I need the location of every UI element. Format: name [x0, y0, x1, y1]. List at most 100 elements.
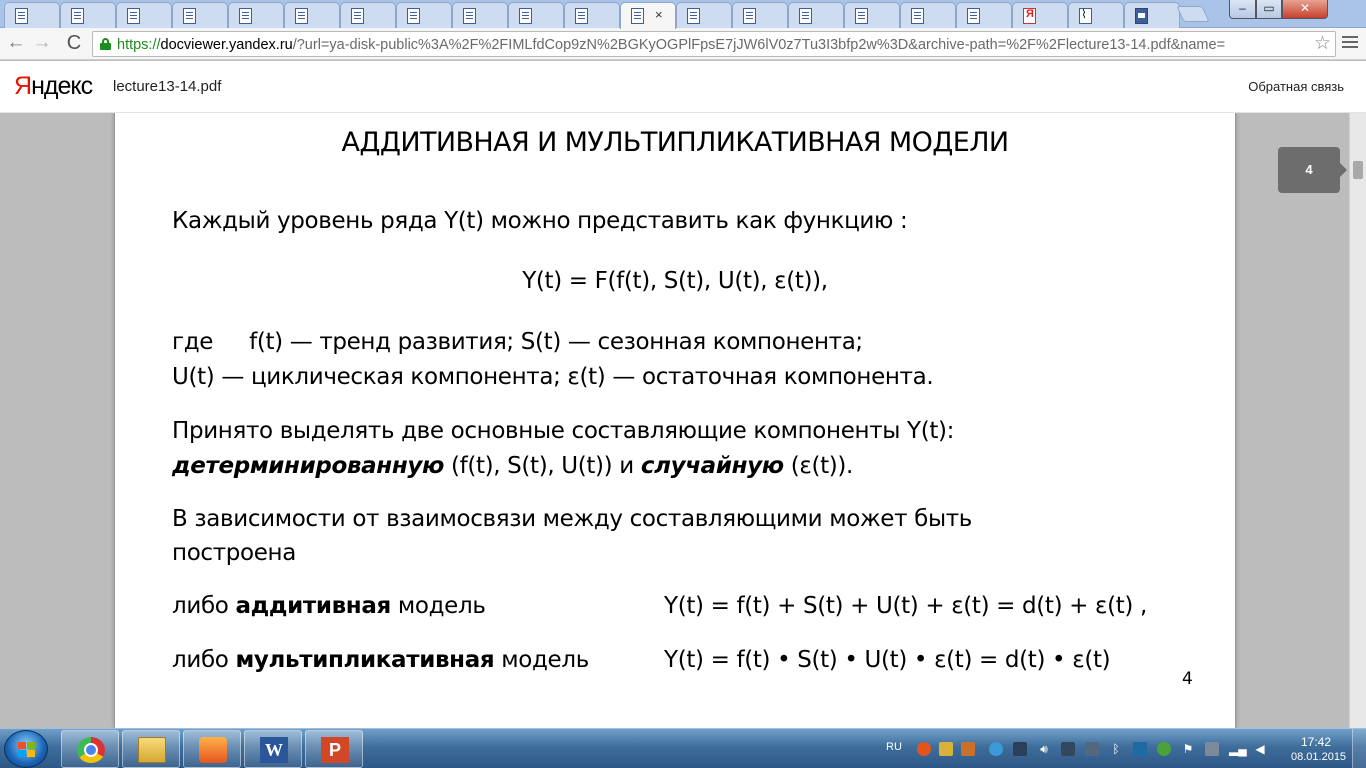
volume-icon[interactable]: 🔊︎ [1037, 742, 1051, 756]
url-host: docviewer.yandex.ru [160, 37, 293, 53]
taskbar-powerpoint[interactable]: P [305, 730, 363, 768]
word-icon: W [260, 737, 288, 763]
browser-tab[interactable] [60, 2, 116, 28]
browser-tab[interactable] [844, 2, 900, 28]
taskbar-explorer[interactable] [122, 730, 180, 768]
url-scheme: https:// [117, 37, 161, 53]
document-icon [183, 8, 196, 24]
network-globe-icon[interactable] [1157, 742, 1171, 756]
bookmark-star-icon[interactable]: ☆ [1314, 33, 1331, 55]
window-minimize-button[interactable]: – [1229, 0, 1256, 19]
browser-tab[interactable] [732, 2, 788, 28]
page-number-badge: 4 [1278, 147, 1347, 193]
sync-icon[interactable] [989, 742, 1003, 756]
definitions-line-2: U(t) — циклическая компонента; ε(t) — ос… [172, 364, 934, 390]
speaker-icon[interactable]: ◀︎ [1253, 742, 1267, 756]
browser-tab[interactable] [228, 2, 284, 28]
monitor-icon[interactable] [1013, 742, 1027, 756]
show-desktop-button[interactable] [1352, 729, 1366, 768]
window-maximize-button[interactable]: ▭ [1256, 0, 1282, 19]
document-icon [15, 8, 28, 24]
reload-button[interactable]: C [62, 32, 86, 56]
main-formula: Y(t) = F(f(t), S(t), U(t), ε(t)), [522, 268, 828, 294]
taskbar-paint[interactable] [183, 730, 241, 768]
additive-term: аддитивная [235, 593, 391, 619]
new-tab-button[interactable] [1176, 6, 1210, 22]
browser-tab[interactable] [956, 2, 1012, 28]
viewer-header: Яндекс lecture13-14.pdf Обратная связь [0, 61, 1366, 113]
forward-button[interactable]: → [30, 32, 54, 56]
keyboard-icon[interactable] [1061, 742, 1075, 756]
browser-tab[interactable] [4, 2, 60, 28]
document-icon [463, 8, 476, 24]
feedback-link[interactable]: Обратная связь [1248, 79, 1344, 94]
package-icon[interactable] [961, 742, 975, 756]
document-icon [687, 8, 700, 24]
clock-date[interactable]: 08.01.2015 [1291, 751, 1346, 763]
record-icon[interactable] [917, 742, 931, 756]
scrollbar[interactable] [1349, 113, 1366, 728]
browser-tab[interactable] [284, 2, 340, 28]
message-icon [1135, 8, 1148, 24]
document-icon [743, 8, 756, 24]
browser-tab[interactable] [340, 2, 396, 28]
removable-device-icon[interactable] [1205, 742, 1219, 756]
clock-time[interactable]: 17:42 [1296, 735, 1336, 749]
document-icon [71, 8, 84, 24]
browser-tab[interactable] [676, 2, 732, 28]
document-icon [911, 8, 924, 24]
browser-tab[interactable] [452, 2, 508, 28]
address-bar[interactable]: https://docviewer.yandex.ru/?url=ya-disk… [92, 31, 1336, 57]
document-icon [855, 8, 868, 24]
document-page: АДДИТИВНАЯ И МУЛЬТИПЛИКАТИВНАЯ МОДЕЛИ Ка… [114, 113, 1236, 728]
back-button[interactable]: ← [4, 32, 28, 56]
shield-icon[interactable] [939, 742, 953, 756]
browser-tab-strip: × – ▭ ✕ [0, 0, 1366, 29]
browser-tab[interactable] [508, 2, 564, 28]
browser-tab[interactable] [1012, 2, 1068, 28]
document-icon [631, 8, 644, 24]
browser-tab[interactable] [900, 2, 956, 28]
document-icon [407, 8, 420, 24]
powerpoint-icon: P [321, 737, 349, 763]
browser-tab[interactable] [788, 2, 844, 28]
components-line-2: детерминированную (f(t), S(t), U(t)) и с… [172, 453, 853, 479]
document-icon [239, 8, 252, 24]
slide-number: 4 [1182, 669, 1193, 689]
flag-icon[interactable]: ⚑ [1181, 742, 1195, 756]
teamviewer-icon[interactable] [1133, 742, 1147, 756]
scrollbar-thumb[interactable] [1353, 161, 1363, 179]
yandex-icon [1023, 8, 1036, 24]
start-button[interactable] [4, 730, 48, 768]
yandex-logo[interactable]: Яндекс [14, 72, 93, 101]
components-line-1: Принято выделять две основные составляющ… [172, 418, 955, 444]
usb-icon[interactable] [1085, 742, 1099, 756]
slide-intro-text: Каждый уровень ряда Y(t) можно представи… [172, 208, 908, 234]
browser-tab[interactable] [1068, 2, 1124, 28]
document-icon [799, 8, 812, 24]
additive-formula: Y(t) = f(t) + S(t) + U(t) + ε(t) = d(t) … [664, 593, 1147, 619]
browser-tab[interactable] [1124, 2, 1180, 28]
browser-tab-active[interactable]: × [620, 2, 676, 29]
taskbar-chrome[interactable] [61, 730, 119, 768]
windows-logo-icon [18, 742, 36, 758]
browser-tab[interactable] [564, 2, 620, 28]
menu-icon[interactable] [1342, 36, 1358, 50]
multiplicative-formula: Y(t) = f(t) • S(t) • U(t) • ε(t) = d(t) … [664, 647, 1111, 673]
browser-tab[interactable] [396, 2, 452, 28]
browser-tab[interactable] [116, 2, 172, 28]
lock-icon[interactable] [100, 38, 111, 50]
where-word: где [172, 329, 214, 355]
language-indicator[interactable]: RU [886, 741, 902, 753]
folder-icon [138, 737, 166, 763]
slide-title: АДДИТИВНАЯ И МУЛЬТИПЛИКАТИВНАЯ МОДЕЛИ [341, 127, 1010, 158]
document-viewer: АДДИТИВНАЯ И МУЛЬТИПЛИКАТИВНАЯ МОДЕЛИ Ка… [0, 113, 1366, 728]
taskbar-word[interactable]: W [244, 730, 302, 768]
tab-close-icon[interactable]: × [655, 7, 663, 22]
window-close-button[interactable]: ✕ [1282, 0, 1328, 19]
bluetooth-icon[interactable]: ᛒ [1109, 742, 1123, 756]
signal-icon[interactable]: ▂▄ [1229, 742, 1247, 756]
url-text[interactable]: https://docviewer.yandex.ru/?url=ya-disk… [117, 36, 1307, 54]
deterministic-term: детерминированную [172, 453, 445, 479]
browser-tab[interactable] [172, 2, 228, 28]
